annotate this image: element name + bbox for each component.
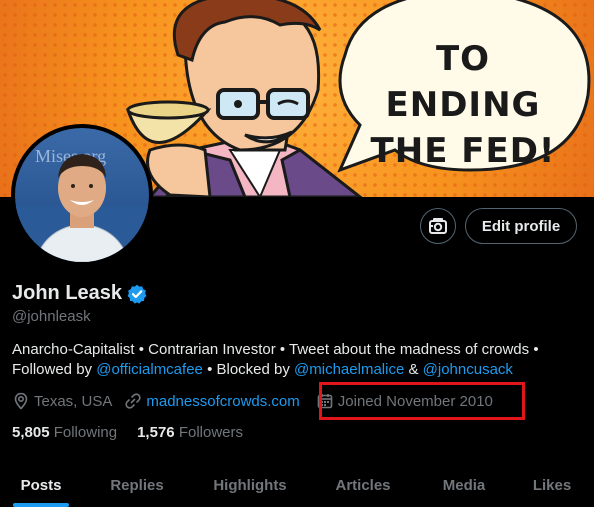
- tab-replies[interactable]: Replies: [82, 463, 192, 507]
- bio-followed-by-text: Followed by: [12, 361, 93, 378]
- followers-count: 1,576: [137, 424, 175, 441]
- bio-line-2: Followed by @officialmcafee • Blocked by…: [12, 360, 587, 380]
- bio-ampersand: &: [408, 361, 419, 378]
- bio-line-1: Anarcho-Capitalist • Contrarian Investor…: [12, 341, 539, 358]
- tab-highlights[interactable]: Highlights: [192, 463, 308, 507]
- tab-articles[interactable]: Articles: [308, 463, 418, 507]
- mention-link-johncusack[interactable]: @johncusack: [423, 361, 513, 378]
- tab-likes[interactable]: Likes: [510, 463, 594, 507]
- website-item: madnessofcrowds.com: [124, 392, 300, 410]
- mention-link-michaelmalice[interactable]: @michaelmalice: [294, 361, 404, 378]
- profile-name: John Leask: [12, 282, 123, 304]
- profile-bio: Anarcho-Capitalist • Contrarian Investor…: [12, 340, 587, 380]
- profile-summary-button[interactable]: [420, 208, 456, 244]
- speech-bubble-text: TO ENDING THE FED!: [370, 39, 556, 171]
- profile-name-row: John Leask: [12, 282, 147, 305]
- avatar-photo: Mises.org: [15, 128, 149, 262]
- location-item: Texas, USA: [12, 392, 112, 410]
- camera-icon: [429, 218, 447, 234]
- tab-posts[interactable]: Posts: [0, 463, 82, 507]
- profile-tabs: Posts Replies Highlights Articles Media …: [0, 463, 594, 507]
- location-icon: [14, 392, 28, 410]
- edit-profile-button[interactable]: Edit profile: [465, 208, 577, 244]
- following-label: Following: [53, 424, 118, 441]
- following-count: 5,805: [12, 424, 50, 441]
- profile-handle: @johnleask: [12, 308, 91, 325]
- verified-badge-icon[interactable]: [127, 284, 147, 304]
- mention-link-officialmcafee[interactable]: @officialmcafee: [96, 361, 203, 378]
- website-link[interactable]: madnessofcrowds.com: [146, 393, 299, 410]
- annotation-highlight-box: [319, 382, 525, 420]
- following-link[interactable]: 5,805 Following: [12, 424, 117, 441]
- followers-link[interactable]: 1,576 Followers: [137, 424, 243, 441]
- tab-media[interactable]: Media: [418, 463, 510, 507]
- bio-blocked-by-text: • Blocked by: [207, 361, 290, 378]
- follow-stats: 5,805 Following 1,576 Followers: [12, 424, 243, 441]
- location-text: Texas, USA: [34, 392, 113, 410]
- profile-avatar[interactable]: Mises.org: [11, 124, 153, 266]
- link-icon: [125, 393, 141, 409]
- followers-label: Followers: [178, 424, 243, 441]
